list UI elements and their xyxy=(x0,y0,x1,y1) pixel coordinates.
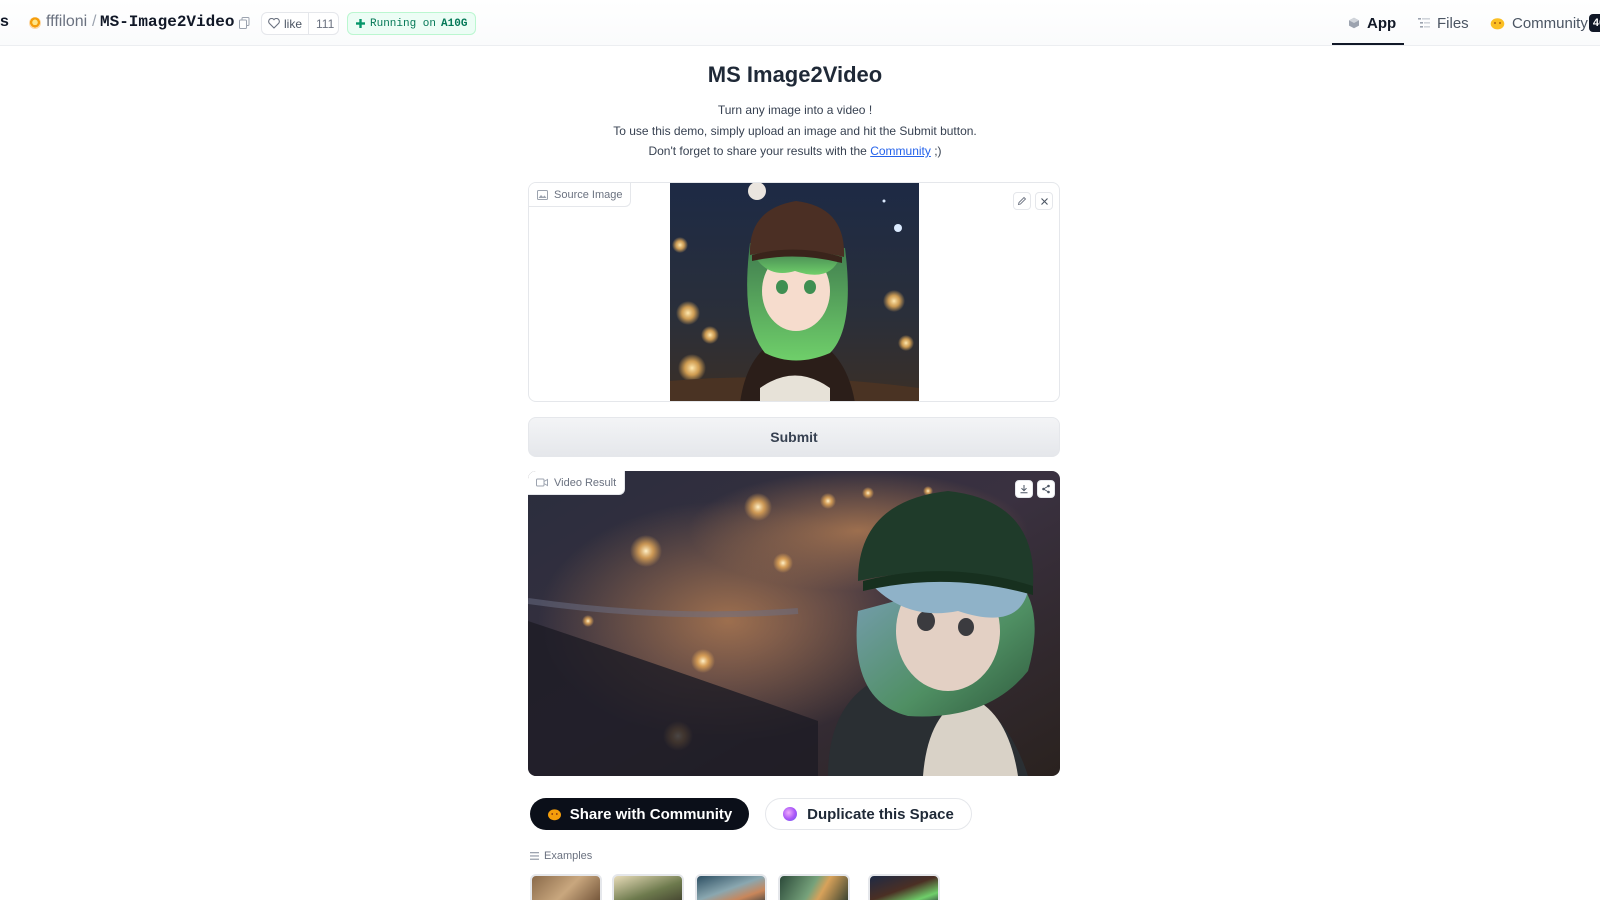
download-icon xyxy=(1020,485,1028,494)
source-image-label-text: Source Image xyxy=(554,188,623,201)
hardware-label: A10G xyxy=(441,17,468,30)
video-frame[interactable] xyxy=(528,471,1060,776)
repo-name[interactable]: MS-Image2Video xyxy=(100,13,234,31)
description-line-3: Don't forget to share your results with … xyxy=(530,144,1060,158)
video-result-label-text: Video Result xyxy=(554,476,617,489)
status-prefix: Running on xyxy=(370,17,437,30)
video-result-label: Video Result xyxy=(528,471,626,495)
duplicate-button-label: Duplicate this Space xyxy=(807,805,954,823)
duplicate-space-button[interactable]: Duplicate this Space xyxy=(765,798,972,830)
tab-app[interactable]: App xyxy=(1348,12,1396,34)
like-button[interactable]: like 111 xyxy=(261,12,339,35)
examples-label: Examples xyxy=(544,850,593,862)
tab-community[interactable]: Community xyxy=(1490,12,1588,34)
pencil-icon xyxy=(1017,196,1027,206)
plus-icon xyxy=(356,19,365,28)
top-bar: s fffiloni / MS-Image2Video like 111 Run… xyxy=(0,0,1600,46)
example-thumbnail[interactable] xyxy=(778,874,850,900)
nav-fragment[interactable]: s xyxy=(0,13,9,31)
example-thumbnail[interactable] xyxy=(868,874,940,900)
clear-image-button[interactable] xyxy=(1035,192,1053,210)
close-icon xyxy=(1040,197,1048,205)
example-thumbnail[interactable] xyxy=(695,874,767,900)
page-title: MS Image2Video xyxy=(707,62,883,87)
source-image xyxy=(670,183,919,401)
community-count-badge: 46 xyxy=(1589,14,1600,32)
submit-button[interactable]: Submit xyxy=(528,417,1060,457)
community-link[interactable]: Community xyxy=(870,144,931,158)
share-button-label: Share with Community xyxy=(569,805,733,823)
running-status-badge[interactable]: Running on A10G xyxy=(347,12,477,35)
description-line-2: To use this demo, simply upload an image… xyxy=(613,124,977,138)
files-icon xyxy=(1418,18,1430,28)
owner-link[interactable]: fffiloni xyxy=(46,13,87,31)
community-icon xyxy=(547,808,561,820)
like-count[interactable]: 111 xyxy=(309,17,341,31)
examples-header: Examples xyxy=(530,850,592,862)
list-icon xyxy=(530,852,539,860)
download-video-button[interactable] xyxy=(1015,480,1033,498)
description-line-1: Turn any image into a video ! xyxy=(717,103,873,117)
tab-files-label: Files xyxy=(1437,14,1469,32)
duplicate-icon xyxy=(783,807,798,821)
source-image-panel[interactable]: Source Image xyxy=(528,182,1060,402)
owner-avatar[interactable] xyxy=(29,17,41,29)
description-suffix: ;) xyxy=(934,144,942,158)
community-icon xyxy=(1490,17,1505,29)
tab-app-label: App xyxy=(1367,14,1397,32)
cube-icon xyxy=(1349,17,1359,29)
active-tab-indicator xyxy=(1332,43,1404,45)
source-image-label: Source Image xyxy=(529,183,632,207)
tab-community-label: Community xyxy=(1512,14,1588,32)
share-video-button[interactable] xyxy=(1037,480,1055,498)
video-result-panel[interactable]: Video Result xyxy=(528,471,1060,776)
heart-icon xyxy=(268,18,280,29)
description-text: Don't forget to share your results with … xyxy=(648,144,867,158)
edit-image-button[interactable] xyxy=(1013,192,1031,210)
copy-icon[interactable] xyxy=(239,17,250,29)
example-thumbnail[interactable] xyxy=(530,874,602,900)
like-label: like xyxy=(284,16,303,31)
example-thumbnail[interactable] xyxy=(612,874,684,900)
path-separator: / xyxy=(92,13,97,30)
video-camera-icon xyxy=(536,478,548,487)
tab-files[interactable]: Files xyxy=(1418,12,1469,34)
share-icon xyxy=(1042,484,1050,494)
share-with-community-button[interactable]: Share with Community xyxy=(530,798,749,830)
image-icon xyxy=(537,189,548,200)
